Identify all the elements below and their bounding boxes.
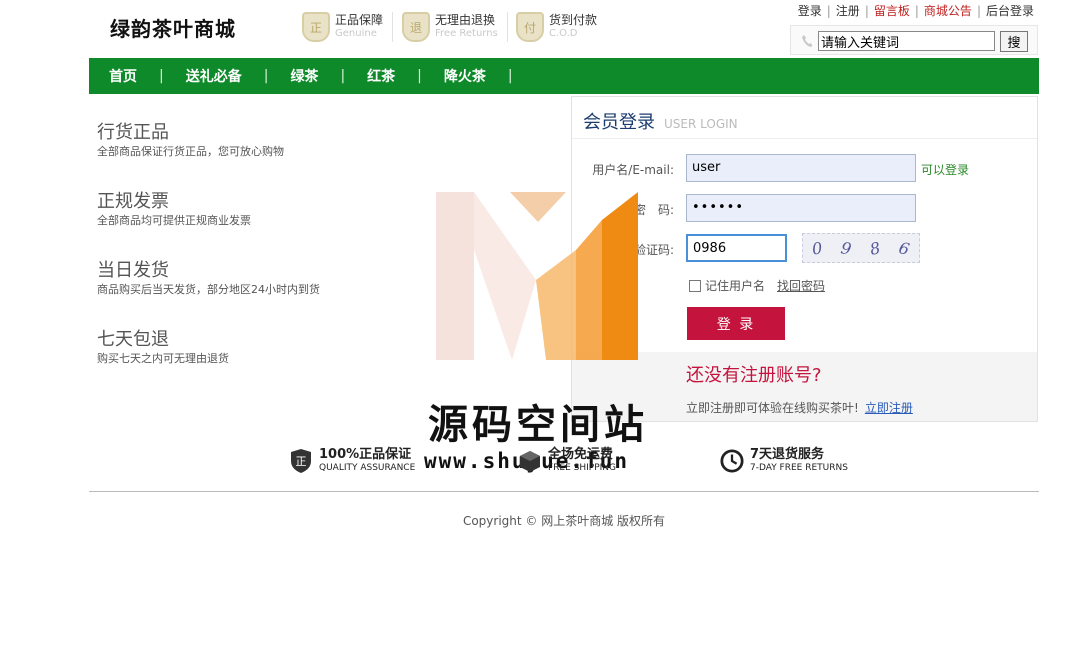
nav-label[interactable]: 首页: [109, 66, 137, 86]
box-icon: [518, 448, 542, 474]
service-shipping: 全场免运费 FREE SHIPPING: [518, 448, 616, 474]
svg-text:正: 正: [296, 455, 307, 468]
captcha-char: 8: [868, 237, 883, 259]
link-separator: |: [826, 3, 831, 18]
site-logo[interactable]: 绿韵茶叶商城: [110, 13, 236, 42]
service-returns: 7天退货服务 7-DAY FREE RETURNS: [720, 448, 848, 474]
nav-label[interactable]: 红茶: [367, 66, 395, 86]
forgot-password-link[interactable]: 找回密码: [777, 277, 825, 294]
nav-item-herbal-tea[interactable]: 降火茶 |: [444, 66, 535, 86]
feature-desc: 购买七天之内可无理由退货: [97, 352, 229, 365]
nav-item-home[interactable]: 首页 |: [109, 66, 186, 86]
service-title: 100%正品保证: [319, 447, 412, 462]
feature-title: 七天包退: [97, 329, 169, 350]
search-bar: 搜: [790, 25, 1038, 55]
guarantee-cod: 付 货到付款 C.O.D: [516, 10, 597, 44]
feature-item: 七天包退 购买七天之内可无理由退货: [97, 329, 357, 398]
nav-separator: |: [159, 68, 164, 84]
link-separator: |: [976, 3, 981, 18]
guarantee-title: 正品保障: [335, 13, 384, 27]
captcha-char: 6: [897, 237, 912, 259]
register-desc: 立即注册即可体验在线购买茶叶! 立即注册: [686, 399, 913, 416]
username-hint: 可以登录: [921, 163, 970, 177]
feature-title: 当日发货: [97, 260, 169, 281]
guarantee-returns: 退 无理由退换 Free Returns: [402, 10, 498, 44]
nav-separator: |: [340, 68, 346, 84]
search-input[interactable]: [818, 31, 995, 51]
nav-separator: |: [263, 68, 269, 84]
shield-icon: 正: [289, 448, 313, 474]
feature-desc: 全部商品均可提供正规商业发票: [97, 214, 251, 227]
service-quality: 正 100%正品保证 QUALITY ASSURANCE: [289, 448, 415, 474]
login-header: 会员登录 USER LOGIN: [572, 97, 1037, 139]
captcha-char: 0: [811, 237, 824, 259]
feature-item: 行货正品 全部商品保证行货正品，您可放心购物: [97, 122, 357, 191]
username-field[interactable]: user: [686, 154, 916, 182]
guarantee-title: 无理由退换: [435, 13, 496, 27]
register-now-link[interactable]: 立即注册: [865, 401, 913, 415]
guarantee-sub: C.O.D: [549, 28, 578, 39]
register-desc-text: 立即注册即可体验在线购买茶叶!: [686, 401, 859, 415]
admin-login-link[interactable]: 后台登录: [986, 2, 1034, 19]
nav-label[interactable]: 送礼必备: [186, 66, 242, 86]
feature-title: 行货正品: [97, 122, 169, 143]
service-sub: FREE SHIPPING: [548, 463, 617, 473]
main-nav: 首页 | 送礼必备 | 绿茶 | 红茶 | 降火茶 |: [89, 58, 1039, 94]
login-button[interactable]: 登 录: [687, 307, 785, 340]
remember-checkbox[interactable]: [689, 279, 701, 292]
guarantee-sub: Genuine: [335, 28, 377, 39]
link-separator: |: [914, 3, 919, 18]
guarantee-genuine: 正 正品保障 Genuine: [302, 10, 383, 44]
copyright: Copyright © 网上茶叶商城 版权所有: [462, 514, 666, 528]
header: 绿韵茶叶商城 正 正品保障 Genuine 退 无理由退换 Free Retur…: [0, 0, 1074, 58]
feature-desc: 全部商品保证行货正品，您可放心购物: [97, 145, 284, 158]
password-field[interactable]: ••••••: [686, 194, 916, 222]
service-sub: QUALITY ASSURANCE: [319, 463, 416, 473]
nav-label[interactable]: 降火茶: [444, 66, 486, 86]
nav-item-black-tea[interactable]: 红茶 |: [367, 66, 444, 86]
watermark-text: 源码空间站: [428, 402, 648, 448]
divider: [507, 12, 508, 42]
register-link[interactable]: 注册: [836, 2, 860, 19]
service-title: 7天退货服务: [750, 447, 825, 462]
divider: [392, 12, 393, 42]
guarantee-sub: Free Returns: [435, 28, 498, 39]
feature-title: 正规发票: [97, 191, 169, 212]
top-links: 登录 | 注册 | 留言板 | 商城公告 | 后台登录: [798, 2, 1034, 19]
clock-icon: [720, 448, 744, 474]
phone-icon: [801, 34, 813, 48]
login-subtitle: USER LOGIN: [664, 117, 738, 131]
search-button[interactable]: 搜: [1000, 31, 1028, 52]
service-title: 全场免运费: [548, 447, 614, 462]
feature-item: 当日发货 商品购买后当天发货，部分地区24小时内到货: [97, 260, 357, 329]
announcement-link[interactable]: 商城公告: [924, 2, 972, 19]
cod-icon: 付: [516, 12, 544, 42]
footer-divider: [89, 491, 1039, 492]
feature-item: 正规发票 全部商品均可提供正规商业发票: [97, 191, 357, 260]
feature-list: 行货正品 全部商品保证行货正品，您可放心购物 正规发票 全部商品均可提供正规商业…: [97, 122, 357, 398]
captcha-field[interactable]: 0986: [686, 234, 787, 262]
nav-label[interactable]: 绿茶: [290, 66, 318, 86]
genuine-icon: 正: [302, 12, 330, 42]
service-sub: 7-DAY FREE RETURNS: [750, 463, 848, 473]
guestbook-link[interactable]: 留言板: [874, 2, 910, 19]
guarantee-title: 货到付款: [549, 13, 598, 27]
remember-label[interactable]: 记住用户名: [705, 277, 765, 294]
returns-icon: 退: [402, 12, 430, 42]
login-title: 会员登录: [583, 112, 655, 133]
nav-item-gifts[interactable]: 送礼必备 |: [186, 66, 291, 86]
link-separator: |: [864, 3, 869, 18]
feature-desc: 商品购买后当天发货，部分地区24小时内到货: [97, 283, 320, 296]
captcha-char: 9: [839, 237, 854, 259]
username-label: 用户名/E-mail:: [592, 163, 674, 177]
remember-row: 记住用户名 找回密码: [689, 277, 825, 294]
nav-separator: |: [417, 68, 422, 84]
nav-separator: |: [507, 68, 513, 84]
login-link[interactable]: 登录: [798, 2, 822, 19]
captcha-image[interactable]: 0 9 8 6: [802, 233, 920, 263]
nav-item-green-tea[interactable]: 绿茶 |: [290, 66, 367, 86]
register-title: 还没有注册账号?: [686, 365, 822, 386]
